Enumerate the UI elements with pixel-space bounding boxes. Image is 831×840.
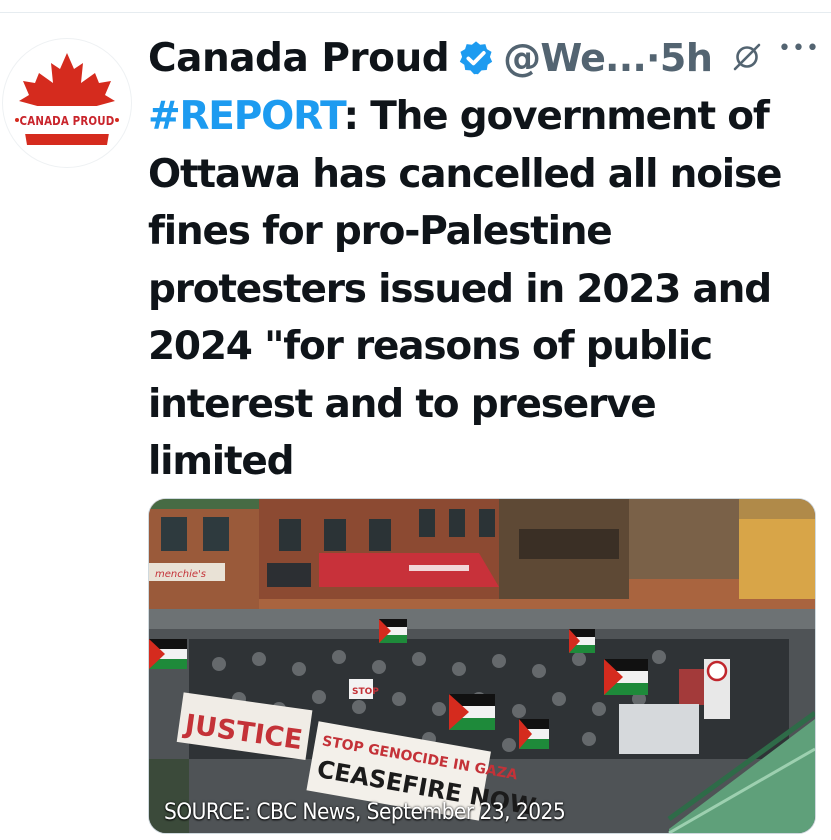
post-header: Canada Proud @We... · 5h — [148, 30, 713, 86]
grok-icon[interactable] — [732, 42, 762, 72]
avatar[interactable]: CANADA PROUD — [2, 38, 132, 168]
stop-sign: STOP — [352, 687, 379, 697]
display-name[interactable]: Canada Proud — [148, 36, 450, 81]
store-sign: menchie's — [155, 569, 206, 580]
post-media-image[interactable]: JUSTICE STOP GENOCIDE IN GAZA CEASEFIRE … — [148, 498, 816, 834]
author-handle[interactable]: @We... — [503, 36, 647, 80]
top-divider — [0, 12, 831, 13]
more-icon[interactable]: ••• — [778, 36, 820, 61]
verified-badge-icon[interactable] — [457, 39, 495, 77]
separator-dot: · — [645, 36, 660, 80]
avatar-brand-label: CANADA PROUD — [20, 106, 114, 134]
protest-photo: JUSTICE STOP GENOCIDE IN GAZA CEASEFIRE … — [149, 499, 815, 833]
post-timestamp[interactable]: 5h — [660, 36, 713, 80]
maple-leaf-icon — [15, 53, 119, 145]
media-caption: SOURCE: CBC News, September 23, 2025 — [164, 800, 566, 825]
post-body: : The government of Ottawa has cancelled… — [148, 94, 782, 542]
hashtag-link[interactable]: #REPORT — [148, 94, 345, 139]
post-text: #REPORT: The government of Ottawa has ca… — [148, 88, 808, 548]
